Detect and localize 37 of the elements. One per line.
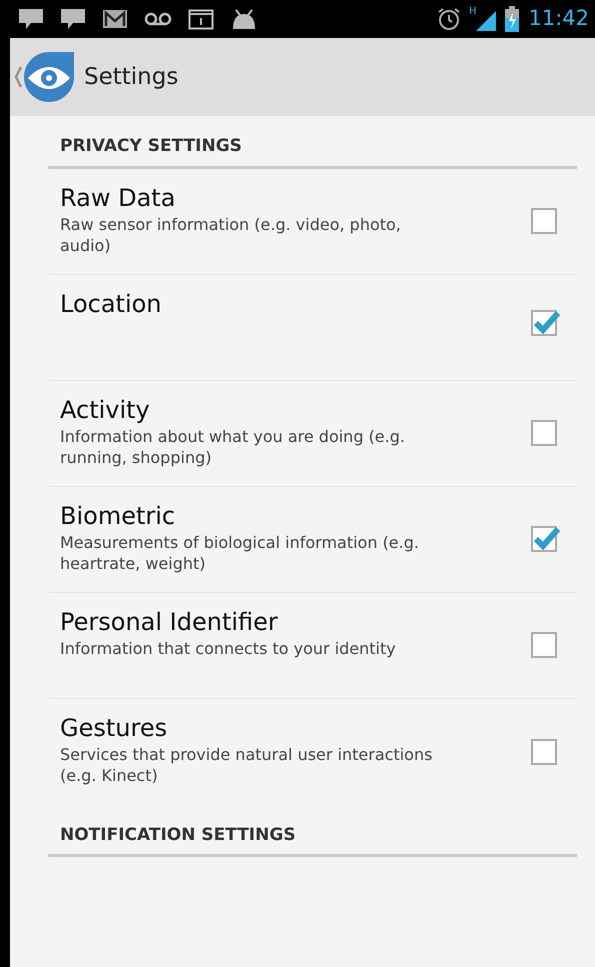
preference-row[interactable]: Personal Identifier Information that connects to your identity xyxy=(50,592,577,698)
checkbox[interactable] xyxy=(531,738,557,764)
preference-summary: Information about what you are doing (e.g. running, shopping) xyxy=(60,426,406,469)
preference-title: Gestures xyxy=(60,712,168,744)
preference-row[interactable]: Location xyxy=(50,274,577,380)
calendar-icon xyxy=(188,8,214,30)
battery-icon xyxy=(504,6,520,32)
message-icon xyxy=(18,8,44,30)
network-type-label: H xyxy=(468,7,476,17)
preference-title: Activity xyxy=(60,394,151,426)
preference-row[interactable]: Biometric Measurements of biological information (e.g. heartrate, weight) xyxy=(50,486,577,592)
voicemail-icon xyxy=(144,12,172,26)
section-header: PRIVACY SETTINGS xyxy=(60,136,242,156)
screen-title: Settings xyxy=(84,62,178,92)
section-header: NOTIFICATION SETTINGS xyxy=(60,824,296,844)
checkbox[interactable] xyxy=(531,208,557,234)
preference-summary: Information that connects to your identity xyxy=(60,638,396,660)
preference-title: Personal Identifier xyxy=(60,606,279,638)
up-button[interactable] xyxy=(14,50,76,104)
android-icon xyxy=(230,8,258,30)
preference-summary: Services that provide natural user interactions (e.g. Kinect) xyxy=(60,744,434,787)
clock-time: 11:42 xyxy=(528,5,589,32)
back-caret-icon xyxy=(14,66,22,88)
preference-title: Location xyxy=(60,288,162,320)
preference-title: Raw Data xyxy=(60,182,176,214)
mail-icon xyxy=(102,9,128,29)
preference-summary: Raw sensor information (e.g. video, photo, audio) xyxy=(60,214,402,257)
preference-summary: Measurements of biological information (e.g. heartrate, weight) xyxy=(60,532,420,575)
preference-row[interactable]: Raw Data Raw sensor information (e.g. video, photo, audio) xyxy=(50,168,577,274)
checkbox[interactable] xyxy=(531,632,557,658)
message-icon xyxy=(60,8,86,30)
eye-icon xyxy=(22,50,76,104)
checkbox[interactable] xyxy=(531,420,557,446)
alarm-icon xyxy=(436,7,461,31)
preference-row[interactable]: Activity Information about what you are doing (e.g. running, shopping) xyxy=(50,380,577,486)
preference-title: Biometric xyxy=(60,500,176,532)
preference-row[interactable]: Gestures Services that provide natural user interactions (e.g. Kinect) xyxy=(50,698,577,804)
